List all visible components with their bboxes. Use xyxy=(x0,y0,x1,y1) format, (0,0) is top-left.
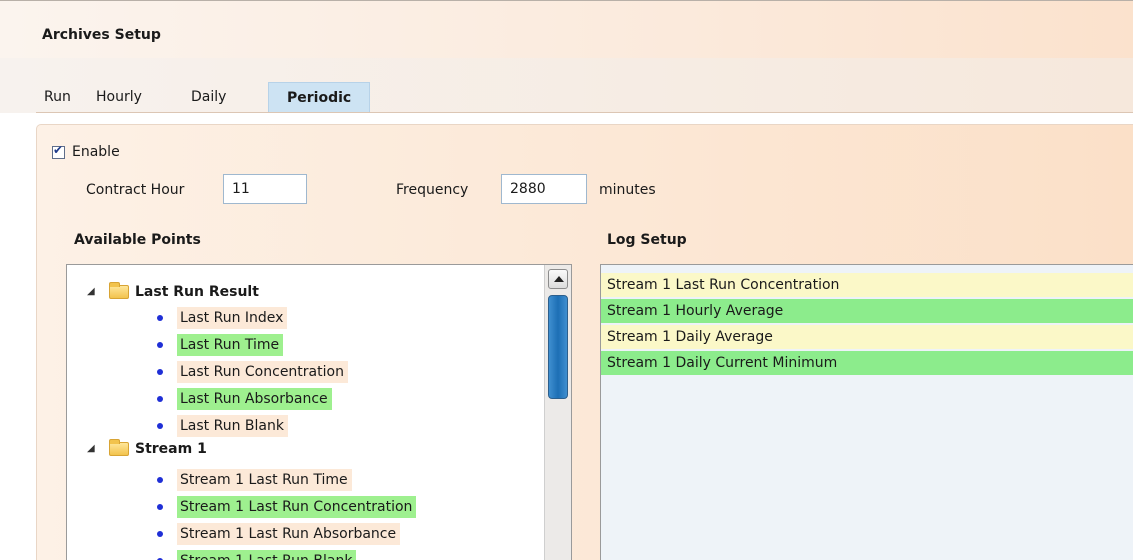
bullet-dot-icon xyxy=(157,504,163,510)
bullet-dot-icon xyxy=(157,315,163,321)
log-setup-heading: Log Setup xyxy=(607,232,687,248)
tree-item-label: Stream 1 Last Run Absorbance xyxy=(177,523,401,545)
tree-item-label: Last Run Index xyxy=(177,307,288,329)
tree-group-label: Last Run Result xyxy=(135,284,259,300)
tab-baseline xyxy=(36,112,1133,113)
tree-item-label: Last Run Time xyxy=(177,334,284,356)
bullet-dot-icon xyxy=(157,342,163,348)
folder-icon xyxy=(109,282,129,299)
log-setup-item[interactable]: Stream 1 Daily Average xyxy=(601,325,1133,349)
tab-hourly[interactable]: Hourly xyxy=(96,82,142,113)
tree-group-label: Stream 1 xyxy=(135,441,207,457)
frequency-input[interactable]: 2880 xyxy=(501,174,587,204)
log-setup-item[interactable]: Stream 1 Last Run Concentration xyxy=(601,273,1133,297)
tab-run[interactable]: Run xyxy=(44,82,71,113)
log-setup-item[interactable]: Stream 1 Hourly Average xyxy=(601,299,1133,323)
window-title: Archives Setup xyxy=(42,27,161,43)
expanded-triangle-icon[interactable]: ◢ xyxy=(87,438,95,460)
scrollbar-thumb[interactable] xyxy=(548,295,568,399)
tree-item-label: Stream 1 Last Run Blank xyxy=(177,550,357,560)
tab-strip: Run Hourly Daily Periodic xyxy=(0,58,1133,113)
tree-item-label: Stream 1 Last Run Concentration xyxy=(177,496,417,518)
bullet-dot-icon xyxy=(157,531,163,537)
log-setup-item[interactable]: Stream 1 Daily Current Minimum xyxy=(601,351,1133,375)
tree-item-label: Last Run Absorbance xyxy=(177,388,332,410)
bullet-dot-icon xyxy=(157,396,163,402)
tab-daily[interactable]: Daily xyxy=(191,82,226,113)
available-points-tree[interactable]: ◢ Last Run Result Last Run Index Last Ru… xyxy=(66,264,572,560)
title-bar: Archives Setup xyxy=(0,0,1133,59)
folder-icon xyxy=(109,439,129,456)
log-setup-list[interactable]: Stream 1 Last Run Concentration Stream 1… xyxy=(600,264,1133,560)
tree-group-stream-1[interactable]: ◢ Stream 1 xyxy=(87,438,387,460)
tree-item-label: Stream 1 Last Run Time xyxy=(177,469,352,491)
frequency-unit: minutes xyxy=(599,182,656,198)
tab-periodic[interactable]: Periodic xyxy=(268,82,371,113)
contract-hour-label: Contract Hour xyxy=(86,182,185,198)
bullet-dot-icon xyxy=(157,369,163,375)
tree-scrollbar[interactable] xyxy=(544,265,571,560)
available-points-heading: Available Points xyxy=(74,232,201,248)
bullet-dot-icon xyxy=(157,477,163,483)
tree-item-label: Last Run Blank xyxy=(177,415,288,437)
tree-item-label: Last Run Concentration xyxy=(177,361,348,383)
tree-group-last-run-result[interactable]: ◢ Last Run Result xyxy=(87,281,387,303)
enable-checkbox[interactable] xyxy=(52,143,65,159)
expanded-triangle-icon[interactable]: ◢ xyxy=(87,281,95,303)
enable-label: Enable xyxy=(72,144,120,160)
scroll-up-arrow-icon[interactable] xyxy=(548,269,568,289)
bullet-dot-icon xyxy=(157,423,163,429)
frequency-label: Frequency xyxy=(396,182,469,198)
contract-hour-input[interactable]: 11 xyxy=(223,174,307,204)
